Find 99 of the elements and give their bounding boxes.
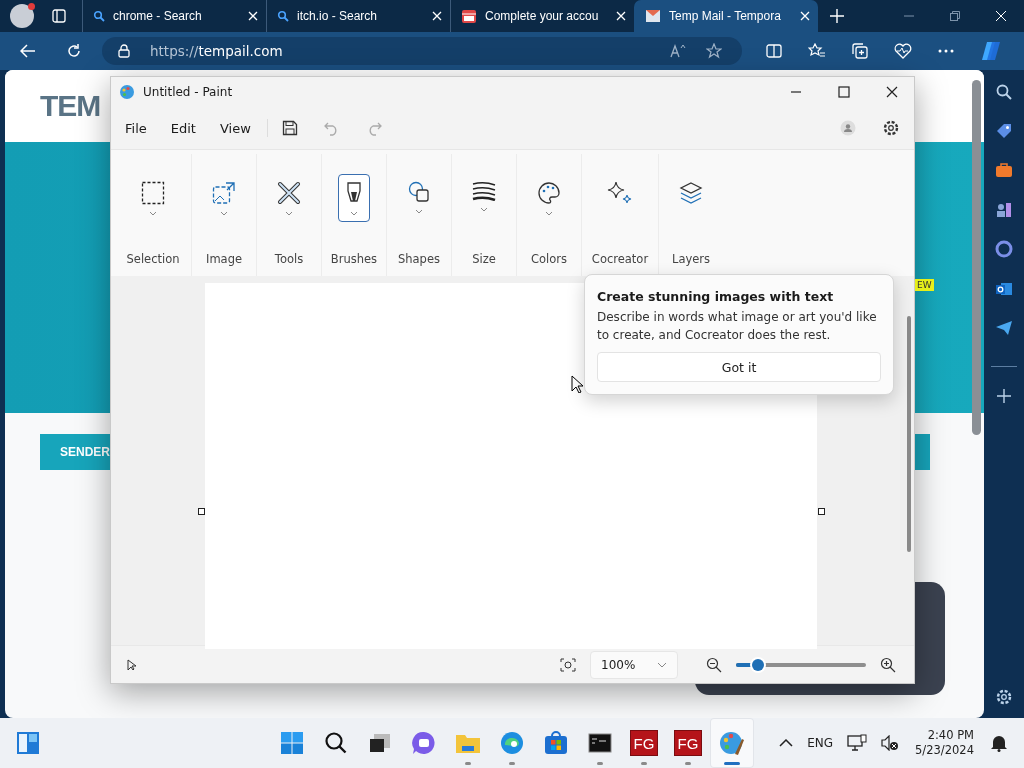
tab-actions-icon[interactable] [52,9,66,23]
tip-text: Describe in words what image or art you'd like to create, and Cocreator does the rest. [597,309,878,344]
store-bag-icon[interactable] [544,731,568,755]
paint-app-icon [119,84,135,100]
new-tab-icon[interactable] [830,9,844,23]
storefront-icon [461,8,477,24]
close-icon[interactable] [886,86,898,98]
zoom-dropdown[interactable]: 100% [590,650,678,679]
search-icon [93,10,105,22]
briefcase-icon[interactable] [995,162,1013,178]
scrollbar[interactable] [972,80,981,435]
shapes-icon [408,181,430,203]
zoom-out-icon[interactable] [706,656,722,673]
task-view-icon[interactable] [368,732,392,754]
favorites-icon[interactable] [808,43,826,59]
chevron-up-icon[interactable] [779,739,794,747]
running-indicator [597,762,603,765]
video-chat-icon[interactable] [412,731,436,755]
refresh-icon[interactable] [66,43,82,59]
back-icon[interactable] [20,44,36,58]
restore-icon[interactable] [950,11,960,21]
profile-avatar-icon[interactable] [10,4,34,28]
running-indicator [641,762,647,765]
more-icon[interactable] [938,49,954,53]
palette-icon [537,181,561,205]
chevron-down-icon [285,211,293,216]
running-indicator [465,762,471,765]
read-aloud-icon[interactable] [670,44,686,58]
chevron-down-icon [220,211,228,216]
selection-icon [141,181,165,205]
zoom-in-icon[interactable] [880,656,896,673]
copilot-icon[interactable] [980,40,1002,62]
add-icon[interactable] [997,389,1011,403]
app-icon[interactable]: FG [674,730,702,756]
chevron-down-icon [350,211,358,216]
lock-icon [118,44,130,58]
window-title: Untitled - Paint [143,85,233,99]
chevron-down-icon [149,211,157,216]
ribbon-tool[interactable]: Brushes [321,154,386,276]
settings-icon[interactable] [882,119,900,137]
pencil-and-brush-icon [277,181,301,205]
terminal-icon[interactable] [588,733,612,753]
paint-palette-icon[interactable] [719,730,745,756]
language-indicator[interactable]: ENG [807,736,834,750]
start-icon[interactable] [280,731,304,755]
search-icon[interactable] [324,731,348,755]
site-logo[interactable]: TEM [40,89,101,123]
clock[interactable]: 2:40 PM 5/23/2024 [915,728,974,758]
image-icon [212,181,236,205]
collections-icon[interactable] [852,43,868,59]
taskbar-button[interactable]: FG [666,718,710,768]
copilot-icon[interactable] [995,240,1013,258]
menu-item[interactable]: View [219,120,251,136]
taskbar-button[interactable]: FG [622,718,666,768]
account-icon[interactable] [840,120,856,136]
running-indicator [509,762,515,765]
line-width-icon [472,181,496,201]
brush-icon [344,181,364,205]
widgets-icon[interactable] [16,731,40,755]
muted-speaker-icon[interactable] [881,735,900,751]
favorite-star-icon[interactable] [706,43,722,59]
save-icon[interactable] [281,120,298,136]
url-text: https://tempail.com [150,43,284,59]
chess-pieces-icon[interactable] [995,200,1013,218]
folder-icon[interactable] [455,732,481,754]
outlook-icon[interactable] [995,280,1013,298]
send-icon[interactable] [995,320,1013,336]
pointer-icon [127,658,137,671]
app-icon[interactable]: FG [630,730,658,756]
browser-icon[interactable] [500,731,524,755]
maximize-icon[interactable] [838,86,850,98]
fit-to-window-icon[interactable] [560,657,576,672]
split-screen-icon[interactable] [766,44,782,58]
resize-handle[interactable] [198,508,205,515]
network-icon[interactable] [847,734,868,752]
chevron-down-icon [545,211,553,216]
address-bar[interactable]: https://tempail.com [102,37,742,65]
chevron-down-icon [480,207,488,212]
chevron-down-icon [657,661,667,668]
tag-icon[interactable] [995,122,1013,140]
got-it-button[interactable]: Got it [597,352,881,382]
ribbon-tool[interactable]: Selection [115,154,191,276]
notification-bell-icon[interactable] [990,734,1008,752]
resize-handle[interactable] [818,508,825,515]
mail-icon [645,9,661,23]
running-indicator [685,762,691,765]
scrollbar[interactable] [907,316,911,552]
column-header: SENDER [60,445,110,459]
search-icon [277,10,289,22]
menu-item[interactable]: File [125,120,147,136]
heart-pulse-icon[interactable] [894,43,912,59]
browser-tab[interactable]: Temp Mail - Tempora [634,0,818,32]
tip-title: Create stunning images with text [597,289,835,304]
menu-item[interactable]: Edit [170,120,196,136]
layers-icon [679,181,703,205]
running-indicator [724,762,740,765]
new-badge: EW [915,279,934,291]
chevron-down-icon [415,209,423,214]
search-icon[interactable] [996,84,1012,100]
